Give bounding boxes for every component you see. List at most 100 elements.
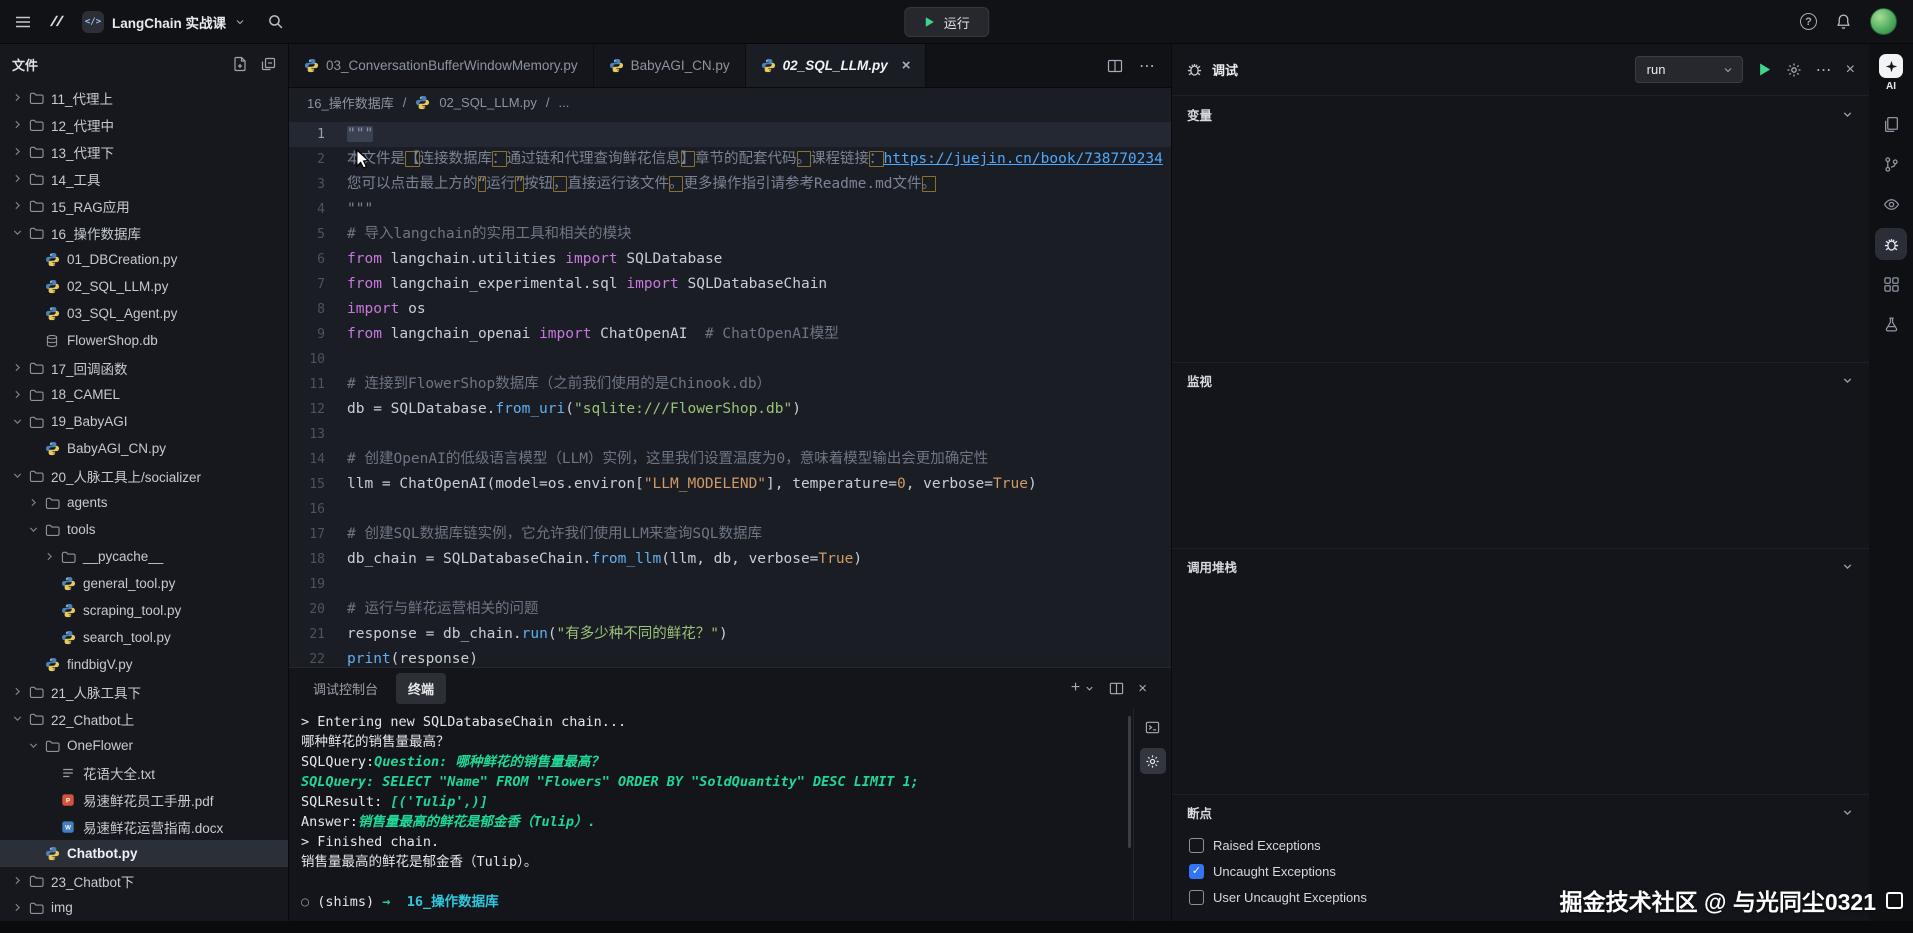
tree-item-22_Chatbot上[interactable]: 22_Chatbot上 xyxy=(0,705,288,732)
tab-terminal[interactable]: 终端 xyxy=(396,673,446,704)
tree-item-BabyAGI_CN.py[interactable]: BabyAGI_CN.py xyxy=(0,435,288,462)
new-file-icon[interactable] xyxy=(232,56,248,72)
section-callstack[interactable]: 调用堆栈 xyxy=(1172,548,1869,584)
tree-item-13_代理下[interactable]: 13_代理下 xyxy=(0,138,288,165)
start-debugging-icon[interactable] xyxy=(1757,62,1772,77)
tree-item-02_SQL_LLM.py[interactable]: 02_SQL_LLM.py xyxy=(0,273,288,300)
tree-item-17_回调函数[interactable]: 17_回调函数 xyxy=(0,354,288,381)
tree-item-花语大全.txt[interactable]: 花语大全.txt xyxy=(0,759,288,786)
tree-item-19_BabyAGI[interactable]: 19_BabyAGI xyxy=(0,408,288,435)
new-terminal-button[interactable]: + xyxy=(1071,679,1095,697)
tree-item-general_tool.py[interactable]: general_tool.py xyxy=(0,570,288,597)
chevron-right-icon xyxy=(8,901,26,914)
play-icon xyxy=(923,16,935,28)
breadcrumb-file[interactable]: 02_SQL_LLM.py xyxy=(439,95,537,110)
editor-tab[interactable]: BabyAGI_CN.py xyxy=(594,44,746,87)
debug-settings-gear-icon[interactable] xyxy=(1786,62,1802,78)
tree-item-21_人脉工具下[interactable]: 21_人脉工具下 xyxy=(0,678,288,705)
notifications-bell-icon[interactable] xyxy=(1835,13,1852,30)
watermark-logo-icon xyxy=(1886,892,1903,909)
debug-config-select[interactable]: run xyxy=(1635,56,1743,83)
breakpoint-label: Uncaught Exceptions xyxy=(1213,864,1336,879)
run-button[interactable]: 运行 xyxy=(904,7,989,37)
chevron-down-icon xyxy=(1841,108,1854,121)
breakpoint-row[interactable]: Raised Exceptions xyxy=(1172,832,1869,858)
tree-item-18_CAMEL[interactable]: 18_CAMEL xyxy=(0,381,288,408)
folder-icon xyxy=(26,415,46,429)
ai-assistant-button[interactable]: AI xyxy=(1879,54,1903,92)
tab-debug-console[interactable]: 调试控制台 xyxy=(301,673,390,704)
collapse-explorer-icon[interactable] xyxy=(260,56,276,72)
editor-tab[interactable]: 03_ConversationBufferWindowMemory.py xyxy=(289,44,594,87)
terminal-scrollbar[interactable] xyxy=(1125,708,1133,921)
tree-item-scraping_tool.py[interactable]: scraping_tool.py xyxy=(0,597,288,624)
tree-item-易速鲜花运营指南.docx[interactable]: W易速鲜花运营指南.docx xyxy=(0,813,288,840)
workspace-icon: </> xyxy=(82,11,104,33)
menu-hamburger-icon[interactable] xyxy=(14,13,32,31)
user-avatar[interactable] xyxy=(1870,8,1897,35)
split-editor-icon[interactable] xyxy=(1107,58,1123,74)
code-line: 22print(response) xyxy=(289,647,1171,667)
folder-icon xyxy=(26,199,46,213)
checkbox-unchecked[interactable] xyxy=(1189,838,1204,853)
tree-item-易速鲜花员工手册.pdf[interactable]: P易速鲜花员工手册.pdf xyxy=(0,786,288,813)
breadcrumb-folder[interactable]: 16_操作数据库 xyxy=(307,93,394,112)
tree-item-label: scraping_tool.py xyxy=(83,603,181,618)
tree-item-11_代理上[interactable]: 11_代理上 xyxy=(0,84,288,111)
tree-item-agents[interactable]: agents xyxy=(0,489,288,516)
tree-item-12_代理中[interactable]: 12_代理中 xyxy=(0,111,288,138)
tree-item-14_工具[interactable]: 14_工具 xyxy=(0,165,288,192)
app-window: </> LangChain 实战课 运行 ? 文件 xyxy=(0,0,1913,933)
breadcrumb-symbol[interactable]: ... xyxy=(559,95,570,110)
code-line: 9from langchain_openai import ChatOpenAI… xyxy=(289,322,1171,347)
section-breakpoints[interactable]: 断点 xyxy=(1172,794,1869,830)
help-icon[interactable]: ? xyxy=(1800,13,1817,30)
terminal-instance-icon[interactable] xyxy=(1140,714,1166,740)
debug-activity-icon[interactable] xyxy=(1875,228,1907,260)
section-variables[interactable]: 变量 xyxy=(1172,96,1869,132)
terminal-output[interactable]: > Entering new SQLDatabaseChain chain...… xyxy=(289,708,1125,921)
tree-item-__pycache__[interactable]: __pycache__ xyxy=(0,543,288,570)
tree-item-label: 15_RAG应用 xyxy=(51,196,130,216)
tree-item-03_SQL_Agent.py[interactable]: 03_SQL_Agent.py xyxy=(0,300,288,327)
folder-icon xyxy=(26,361,46,375)
tree-item-01_DBCreation.py[interactable]: 01_DBCreation.py xyxy=(0,246,288,273)
close-panel-icon[interactable]: × xyxy=(1138,680,1147,697)
tree-item-img[interactable]: img xyxy=(0,894,288,921)
line-number: 6 xyxy=(289,247,347,272)
debug-more-icon[interactable]: ⋯ xyxy=(1816,60,1832,80)
tree-item-OneFlower[interactable]: OneFlower xyxy=(0,732,288,759)
editor-tab[interactable]: 02_SQL_LLM.py× xyxy=(746,44,927,87)
source-control-icon[interactable] xyxy=(1875,148,1907,180)
line-number: 4 xyxy=(289,197,347,222)
tree-item-Chatbot.py[interactable]: Chatbot.py xyxy=(0,840,288,867)
project-switcher[interactable]: </> LangChain 实战课 xyxy=(82,11,246,33)
code-editor[interactable]: 1"""2本文件是【连接数据库：通过链和代理查询鲜花信息】章节的配套代码。课程链… xyxy=(289,116,1171,667)
close-tab-icon[interactable]: × xyxy=(902,57,911,74)
extensions-icon[interactable] xyxy=(1875,268,1907,300)
preview-eye-icon[interactable] xyxy=(1875,188,1907,220)
tree-item-16_操作数据库[interactable]: 16_操作数据库 xyxy=(0,219,288,246)
tree-item-findbigV.py[interactable]: findbigV.py xyxy=(0,651,288,678)
section-watch[interactable]: 监视 xyxy=(1172,362,1869,398)
tree-item-20_人脉工具上/socializer[interactable]: 20_人脉工具上/socializer xyxy=(0,462,288,489)
checkbox-unchecked[interactable] xyxy=(1189,890,1204,905)
tree-item-search_tool.py[interactable]: search_tool.py xyxy=(0,624,288,651)
tree-item-15_RAG应用[interactable]: 15_RAG应用 xyxy=(0,192,288,219)
close-debug-panel-icon[interactable]: × xyxy=(1846,61,1855,79)
debug-terminal-icon[interactable] xyxy=(1140,748,1166,774)
split-terminal-icon[interactable] xyxy=(1109,681,1124,696)
test-flask-icon[interactable] xyxy=(1875,308,1907,340)
explorer-files-icon[interactable] xyxy=(1875,108,1907,140)
search-icon[interactable] xyxy=(267,13,284,30)
more-actions-icon[interactable]: ⋯ xyxy=(1139,56,1155,76)
tree-item-FlowerShop.db[interactable]: FlowerShop.db xyxy=(0,327,288,354)
tree-item-tools[interactable]: tools xyxy=(0,516,288,543)
folder-icon xyxy=(26,685,46,699)
plus-icon: + xyxy=(1071,679,1080,697)
tree-item-23_Chatbot下[interactable]: 23_Chatbot下 xyxy=(0,867,288,894)
terminal-instance-list xyxy=(1133,708,1171,921)
checkbox-checked[interactable]: ✓ xyxy=(1189,864,1204,879)
code-line: 3您可以点击最上方的“运行”按钮，直接运行该文件。更多操作指引请参考Readme… xyxy=(289,172,1171,197)
breakpoint-row[interactable]: ✓ Uncaught Exceptions xyxy=(1172,858,1869,884)
